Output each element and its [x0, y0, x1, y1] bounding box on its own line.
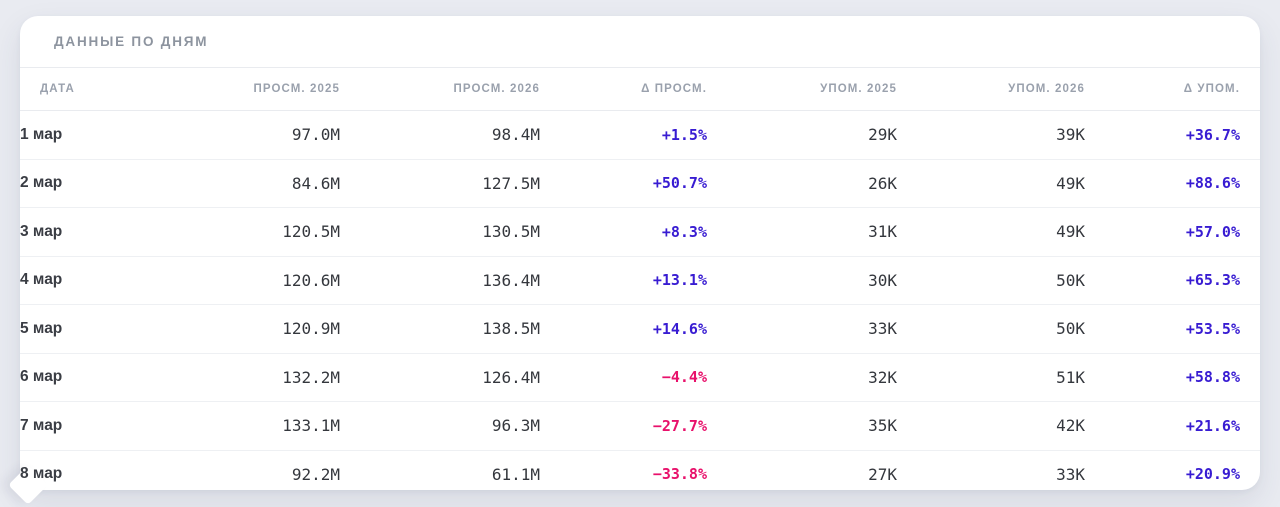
cell-views-2026: 127.5M — [340, 158, 540, 208]
table-row: 8 мар 92.2M 61.1M −33.8% 27K 33K +20.9% — [20, 449, 1260, 498]
cell-views-delta: +8.3% — [540, 207, 707, 256]
table-body: 1 мар 97.0M 98.4M +1.5% 29K 39K +36.7% 2 мар 84.… — [20, 111, 1260, 498]
cell-mentions-2025: 29K — [868, 125, 897, 145]
cell-mentions-2025: 32K — [707, 352, 897, 402]
table-row: 5 мар 120.9M 138.5M +14.6% 33K 50K +53.5% — [20, 304, 1260, 353]
cell-views-2025: 84.6M — [180, 158, 340, 208]
page-background: ДАННЫЕ ПО ДНЯМ ДАТА ПРОСМ. 2025 ПРОСМ. 2… — [0, 0, 1280, 507]
cell-views-delta: +13.1% — [540, 255, 707, 305]
cell-mentions-delta: +88.6% — [1085, 158, 1260, 208]
cell-date: 5 мар — [20, 304, 180, 353]
cell-mentions-2025: 33K — [707, 304, 897, 353]
col-header-mentions-2026: УПОМ. 2026 — [897, 68, 1085, 111]
table-row: 2 мар 84.6M 127.5M +50.7% 26K 49K +88.6% — [20, 158, 1260, 208]
cell-views-2025: 132.2M — [180, 352, 340, 402]
table-header-row: ДАТА ПРОСМ. 2025 ПРОСМ. 2026 Δ ПРОСМ. УП… — [20, 68, 1260, 111]
cell-mentions-2025: 26K — [707, 158, 897, 208]
cell-views-delta: +50.7% — [540, 158, 707, 208]
cell-views-delta: −27.7% — [540, 401, 707, 450]
cell-mentions-2026: 49K — [897, 158, 1085, 208]
cell-date: 8 мар — [20, 449, 180, 498]
cell-mentions-2026: 49K — [897, 207, 1085, 256]
cell-views-2025: 133.1M — [180, 401, 340, 450]
table-row: 7 мар 133.1M 96.3M −27.7% 35K 42K +21.6% — [20, 401, 1260, 450]
cell-mentions-2026: 33K — [897, 449, 1085, 498]
table-row: 6 мар 132.2M 126.4M −4.4% 32K 51K +58.8% — [20, 352, 1260, 402]
daily-data-table: ДАТА ПРОСМ. 2025 ПРОСМ. 2026 Δ ПРОСМ. УП… — [20, 68, 1260, 498]
cell-mentions-delta: +53.5% — [1085, 304, 1260, 353]
cell-date: 7 мар — [20, 401, 180, 450]
card-content: ДАННЫЕ ПО ДНЯМ ДАТА ПРОСМ. 2025 ПРОСМ. 2… — [20, 16, 1260, 498]
cell-mentions-2026: 50K — [897, 304, 1085, 353]
cell-mentions-delta: +57.0% — [1085, 207, 1260, 256]
cell-mentions-2025: 30K — [707, 255, 897, 305]
cell-views-2025: 120.9M — [180, 304, 340, 353]
cell-views-2025: 92.2M — [180, 449, 340, 498]
table-row: 4 мар 120.6M 136.4M +13.1% 30K 50K +65.3% — [20, 255, 1260, 305]
cell-views-2026: 136.4M — [340, 255, 540, 305]
cell-date: 4 мар — [20, 255, 180, 305]
cell-views-2026: 138.5M — [340, 304, 540, 353]
cell-mentions-2026: 39K — [1056, 125, 1085, 145]
table-header: ДАТА ПРОСМ. 2025 ПРОСМ. 2026 Δ ПРОСМ. УП… — [20, 68, 1260, 111]
cell-views-delta: −4.4% — [540, 352, 707, 402]
col-header-date: ДАТА — [20, 68, 180, 111]
cell-views-2025: 120.6M — [180, 255, 340, 305]
cell-views-delta: +1.5% — [661, 125, 707, 144]
daily-data-card: ДАННЫЕ ПО ДНЯМ ДАТА ПРОСМ. 2025 ПРОСМ. 2… — [8, 16, 1260, 505]
col-header-views-2025: ПРОСМ. 2025 — [180, 68, 340, 111]
cell-views-2026: 98.4M — [491, 125, 540, 145]
cell-views-2026: 61.1M — [340, 449, 540, 498]
cell-mentions-delta: +65.3% — [1085, 255, 1260, 305]
cell-mentions-2025: 27K — [707, 449, 897, 498]
cell-mentions-delta: +20.9% — [1085, 449, 1260, 498]
card-title: ДАННЫЕ ПО ДНЯМ — [54, 34, 209, 49]
cell-mentions-2025: 35K — [707, 401, 897, 450]
cell-views-2025: 97.0M — [291, 125, 340, 145]
cell-mentions-2026: 50K — [897, 255, 1085, 305]
table-row: 3 мар 120.5M 130.5M +8.3% 31K 49K +57.0% — [20, 207, 1260, 256]
col-header-views-2026: ПРОСМ. 2026 — [340, 68, 540, 111]
col-header-mentions-delta: Δ УПОМ. — [1085, 68, 1260, 111]
cell-mentions-delta: +36.7% — [1185, 125, 1240, 144]
cell-date: 3 мар — [20, 207, 180, 256]
cell-mentions-2025: 31K — [707, 207, 897, 256]
table-row: 1 мар 97.0M 98.4M +1.5% 29K 39K +36.7% — [20, 111, 1260, 160]
cell-views-2025: 120.5M — [180, 207, 340, 256]
cell-mentions-2026: 51K — [897, 352, 1085, 402]
cell-views-delta: −33.8% — [540, 449, 707, 498]
card-header: ДАННЫЕ ПО ДНЯМ — [20, 16, 1260, 68]
col-header-mentions-2025: УПОМ. 2025 — [707, 68, 897, 111]
cell-views-2026: 130.5M — [340, 207, 540, 256]
cell-mentions-delta: +21.6% — [1085, 401, 1260, 450]
cell-date: 6 мар — [20, 352, 180, 402]
col-header-views-delta: Δ ПРОСМ. — [540, 68, 707, 111]
cell-views-2026: 96.3M — [340, 401, 540, 450]
cell-views-2026: 126.4M — [340, 352, 540, 402]
cell-mentions-delta: +58.8% — [1085, 352, 1260, 402]
cell-date: 2 мар — [20, 158, 180, 208]
cell-mentions-2026: 42K — [897, 401, 1085, 450]
cell-date: 1 мар — [20, 125, 63, 143]
cell-views-delta: +14.6% — [540, 304, 707, 353]
